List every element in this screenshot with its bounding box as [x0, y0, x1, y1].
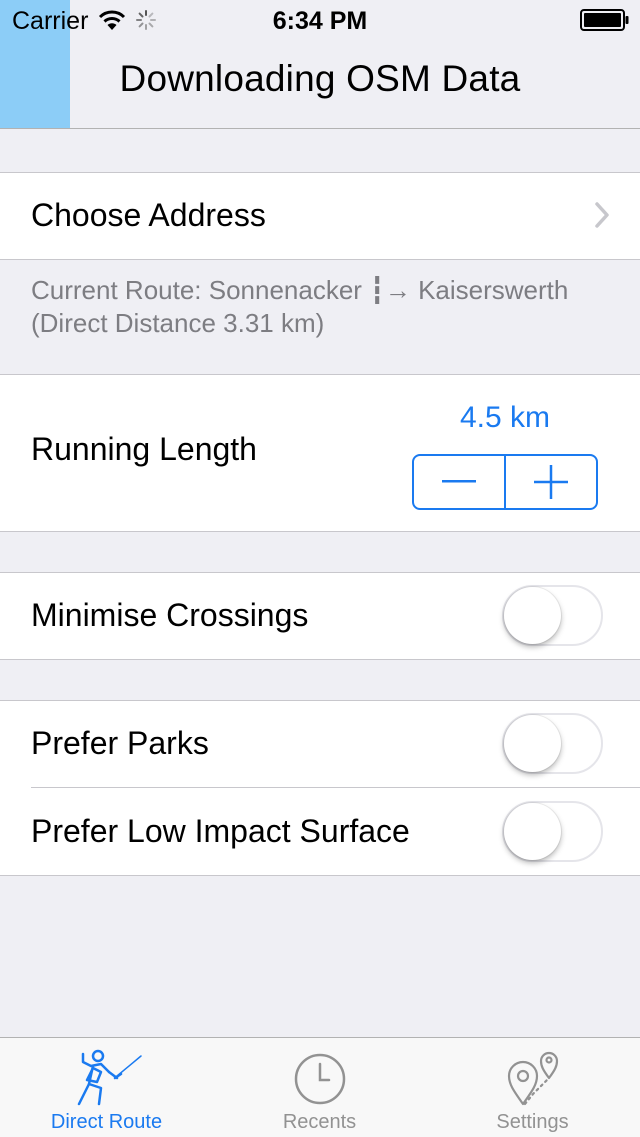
tab-label: Direct Route: [50, 1111, 163, 1133]
prefer-low-impact-surface-label: Prefer Low Impact Surface: [31, 813, 410, 849]
minimise-crossings-cell: Minimise Crossings: [0, 572, 640, 660]
preferences-section: Prefer Parks Prefer Low Impact Surface: [0, 700, 640, 876]
map-pins-icon: [503, 1044, 563, 1111]
tab-recents[interactable]: Recents: [213, 1038, 426, 1137]
decrement-button[interactable]: [414, 456, 506, 508]
prefer-parks-label: Prefer Parks: [31, 725, 209, 761]
increment-button[interactable]: [506, 456, 596, 508]
clock-icon: [293, 1052, 347, 1111]
runner-icon: [71, 1048, 143, 1113]
navigation-bar: Downloading OSM Data: [0, 40, 640, 129]
minimise-crossings-label: Minimise Crossings: [31, 597, 309, 633]
running-length-cell: Running Length 4.5 km: [0, 374, 640, 532]
page-title: Downloading OSM Data: [119, 58, 521, 99]
direct-distance-text: (Direct Distance 3.31 km): [31, 308, 325, 338]
tab-bar: Direct Route Recents Settings: [0, 1037, 640, 1137]
toggle-knob: [504, 587, 561, 644]
running-length-label: Running Length: [31, 431, 257, 467]
current-route-text: Current Route: Sonnenacker ┇→ Kaiserswer…: [31, 275, 569, 305]
tab-direct-route[interactable]: Direct Route: [0, 1038, 213, 1137]
choose-address-cell[interactable]: Choose Address: [0, 172, 640, 260]
prefer-parks-toggle[interactable]: [502, 713, 603, 774]
minus-icon: [442, 480, 476, 483]
running-length-value: 4.5 km: [459, 401, 551, 434]
minimise-crossings-toggle[interactable]: [502, 585, 603, 646]
toggle-knob: [504, 803, 561, 860]
toggle-knob: [504, 715, 561, 772]
running-length-stepper: [412, 454, 598, 510]
chevron-right-icon: [594, 201, 610, 229]
cell-divider: [31, 787, 640, 788]
plus-icon: [534, 465, 568, 499]
tab-label: Recents: [282, 1111, 357, 1133]
battery-icon: [580, 9, 630, 31]
status-bar: Carrier 6:34 PM: [0, 0, 640, 40]
tab-label: Settings: [496, 1111, 569, 1133]
tab-settings[interactable]: Settings: [426, 1038, 639, 1137]
status-time: 6:34 PM: [272, 7, 368, 35]
current-route-info: Current Route: Sonnenacker ┇→ Kaiserswer…: [31, 274, 621, 340]
prefer-low-impact-surface-toggle[interactable]: [502, 801, 603, 862]
choose-address-label: Choose Address: [31, 197, 266, 233]
